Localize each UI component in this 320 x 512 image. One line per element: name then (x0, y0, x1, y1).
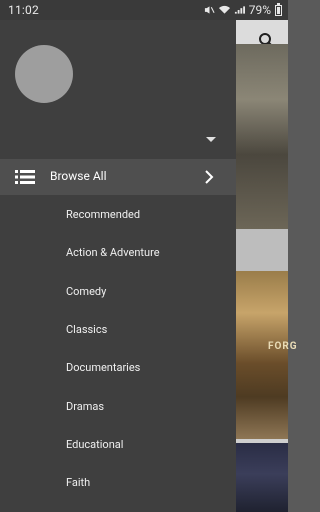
navigation-drawer: Browse All Recommended Action & Adventur… (0, 20, 236, 512)
signal-icon (234, 6, 245, 14)
category-label: Faith (66, 476, 91, 489)
category-item-educational[interactable]: Educational (0, 426, 236, 464)
category-item-classics[interactable]: Classics (0, 311, 236, 349)
category-label: Action & Adventure (66, 246, 160, 259)
category-label: Recommended (66, 208, 141, 221)
category-item-faith[interactable]: Faith (0, 464, 236, 502)
list-icon (15, 170, 35, 184)
section-divider (236, 229, 288, 271)
category-item-action-adventure[interactable]: Action & Adventure (0, 234, 236, 272)
mute-icon (204, 6, 215, 14)
category-item-dramas[interactable]: Dramas (0, 388, 236, 426)
category-label: Dramas (66, 400, 105, 413)
category-item-documentaries[interactable]: Documentaries (0, 349, 236, 387)
category-label: Comedy (66, 285, 107, 298)
status-time: 11:02 (8, 3, 39, 17)
movie-thumbnail[interactable] (236, 271, 288, 439)
battery-percent: 79% (248, 3, 271, 17)
chevron-right-icon (205, 170, 214, 184)
battery-icon (275, 2, 282, 16)
wifi-icon (218, 5, 230, 14)
category-item-comedy[interactable]: Comedy (0, 273, 236, 311)
category-label: Educational (66, 438, 124, 451)
category-label: Classics (66, 323, 108, 336)
category-label: Documentaries (66, 361, 141, 374)
status-icons: 79% (204, 2, 282, 17)
browse-all-item[interactable]: Browse All (0, 159, 236, 195)
poster-title-text: FORG (268, 341, 298, 352)
account-dropdown-arrow-icon[interactable] (206, 137, 216, 142)
movie-thumbnail[interactable] (236, 44, 288, 229)
category-item-recommended[interactable]: Recommended (0, 196, 236, 234)
browse-all-label: Browse All (50, 169, 107, 183)
movie-thumbnail[interactable] (236, 443, 288, 512)
account-avatar[interactable] (15, 45, 73, 103)
status-bar: 11:02 79% (0, 0, 288, 20)
